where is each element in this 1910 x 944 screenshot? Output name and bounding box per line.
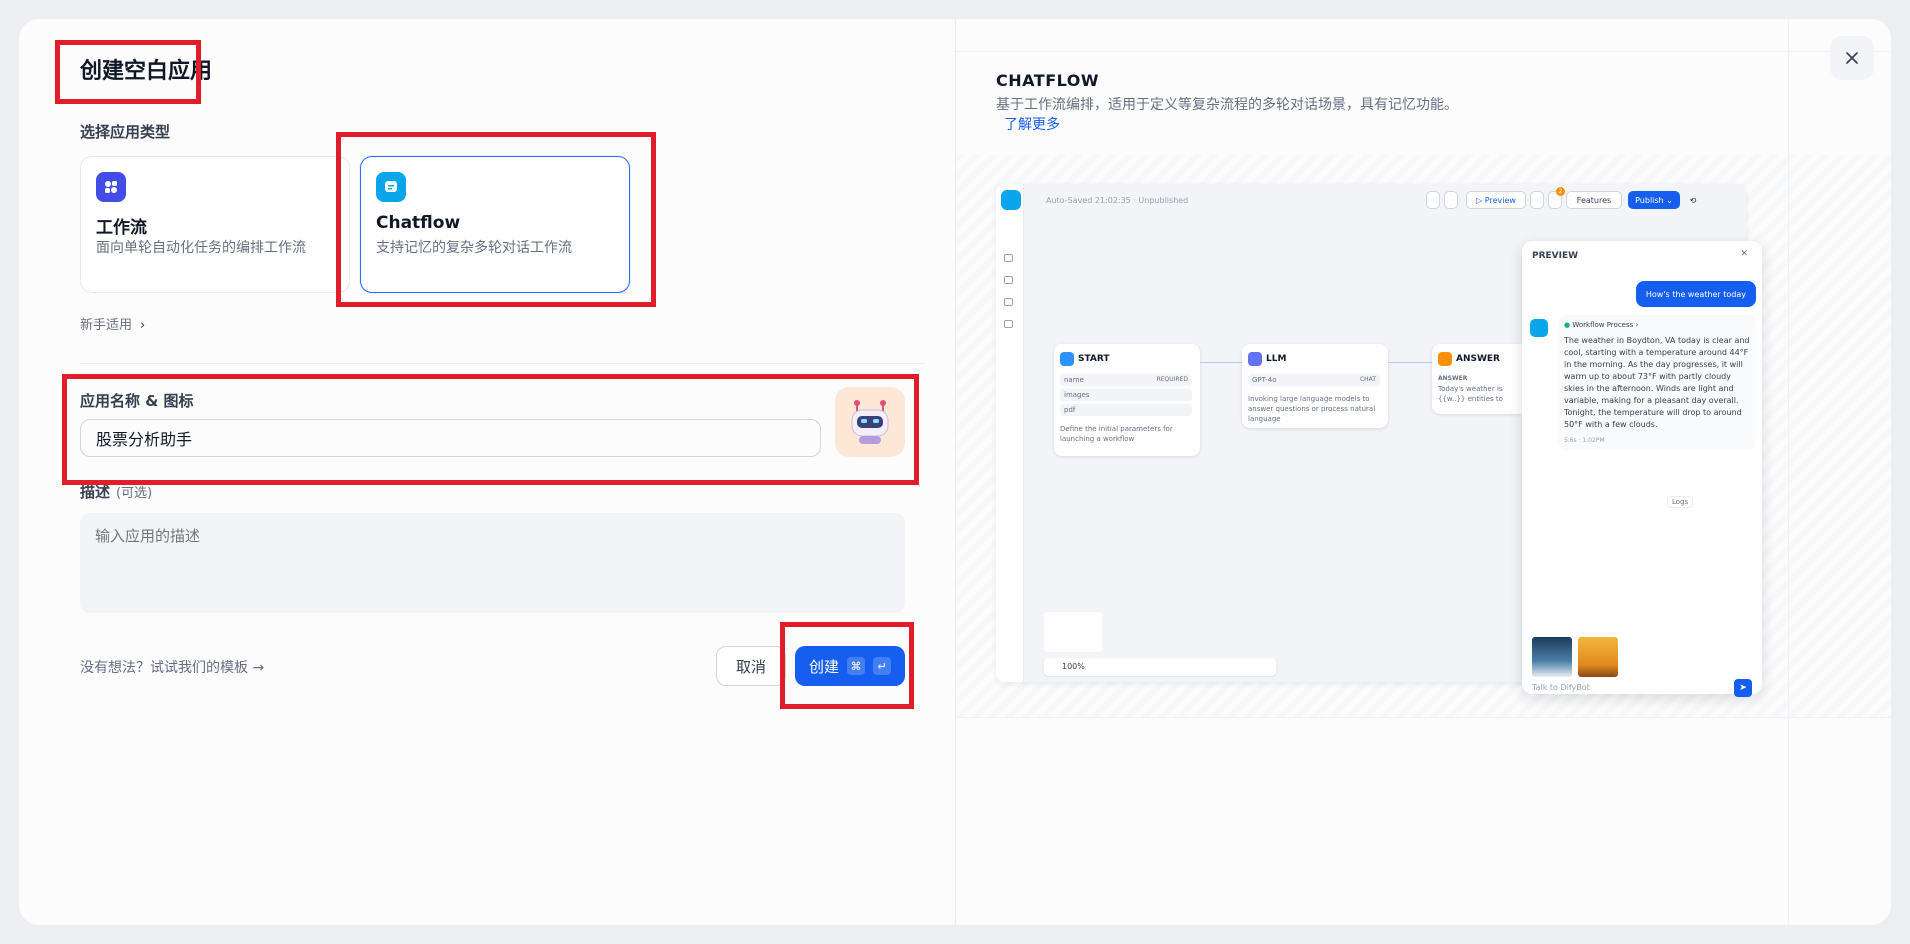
enter-key-icon: ↵	[873, 657, 891, 675]
llm-node: LLM GPT-4o CHAT Invoking large language m…	[1242, 344, 1388, 428]
image-thumbnail	[1578, 637, 1618, 677]
features-button: Features	[1566, 191, 1622, 209]
template-link[interactable]: 没有想法？试试我们的模板 →	[80, 657, 264, 677]
card-title: Chatflow	[376, 213, 461, 233]
bot-reply: ● Workflow Process › The weather in Boyd…	[1558, 315, 1756, 450]
home-icon	[1060, 352, 1074, 366]
learn-more-link[interactable]: 了解更多	[1004, 117, 1060, 133]
zoom-level: 100%	[1062, 662, 1085, 671]
page-title: 创建空白应用	[80, 59, 213, 84]
check-icon	[1530, 191, 1544, 209]
create-button-label: 创建	[808, 657, 839, 676]
chatflow-icon	[376, 172, 406, 202]
autosave-status: Auto-Saved 21:02:35 · Unpublished	[1046, 196, 1189, 205]
start-node-desc: Define the initial parameters for launch…	[1060, 425, 1173, 443]
preview-panel-title: PREVIEW	[1532, 251, 1579, 261]
create-form-panel: 创建空白应用 选择应用类型 工作流 面向单轮自动化任务的编排工作流 Chatfl…	[19, 19, 955, 925]
answer-sub: ANSWER	[1438, 375, 1468, 382]
var-row: name REQUIRED	[1060, 374, 1192, 386]
canvas-tool-icons	[1004, 254, 1014, 342]
bot-avatar-icon	[1530, 319, 1548, 337]
model-row: GPT-4o CHAT	[1248, 374, 1380, 386]
notification-badge: 2	[1556, 187, 1565, 196]
description-input[interactable]	[80, 513, 905, 613]
chevron-right-icon: ›	[140, 318, 146, 333]
grid-line	[956, 717, 1891, 718]
create-button[interactable]: 创建 ⌘ ↵	[795, 646, 905, 686]
model-name: GPT-4o	[1252, 376, 1277, 384]
llm-node-title: LLM	[1266, 354, 1287, 364]
preview-description: 基于工作流编排，适用于定义等复杂流程的多轮对话场景，具有记忆功能。了解更多	[996, 95, 1476, 135]
required-tag: REQUIRED	[1156, 376, 1188, 383]
template-link-label: 没有想法？试试我们的模板	[80, 660, 248, 676]
var-row: images	[1060, 389, 1192, 401]
panel-close-icon: ✕	[1740, 249, 1748, 259]
app-type-label: 选择应用类型	[80, 123, 171, 141]
workflow-process-row: ● Workflow Process ›	[1564, 321, 1639, 329]
minimap	[1044, 612, 1102, 652]
var-row: pdf	[1060, 404, 1192, 416]
reply-text: The weather in Boydton, VA today is clea…	[1564, 336, 1750, 429]
preview-chat-panel: PREVIEW ✕ How's the weather today ● Work…	[1522, 241, 1762, 697]
robot-icon	[851, 400, 889, 444]
card-title: 工作流	[96, 218, 147, 238]
card-desc: 面向单轮自动化任务的编排工作流	[96, 240, 306, 256]
answer-node: ANSWER ANSWER Today's weather is {{w..}}…	[1432, 344, 1528, 414]
close-button[interactable]	[1830, 36, 1874, 80]
image-thumbnail	[1532, 637, 1572, 677]
card-desc: 支持记忆的复杂多轮对话工作流	[376, 240, 572, 256]
start-node-title: START	[1078, 354, 1110, 364]
history-icon	[1426, 191, 1440, 209]
chat-input: Talk to DifyBot	[1532, 683, 1590, 692]
send-icon: ➤	[1734, 679, 1752, 697]
description-label: 描述 (可选)	[80, 481, 152, 502]
bot-avatar-icon	[1001, 190, 1021, 210]
var-name: name	[1064, 376, 1084, 384]
preview-description-text: 基于工作流编排，适用于定义等复杂流程的多轮对话场景，具有记忆功能。	[996, 97, 1458, 113]
app-type-card-workflow[interactable]: 工作流 面向单轮自动化任务的编排工作流	[80, 156, 350, 293]
arrow-right-icon: →	[252, 660, 265, 676]
reply-meta: 5.6s · 1:02PM	[1564, 437, 1605, 444]
divider	[80, 363, 925, 364]
create-app-modal: 创建空白应用 选择应用类型 工作流 面向单轮自动化任务的编排工作流 Chatfl…	[19, 19, 1891, 925]
app-type-card-chatflow[interactable]: Chatflow 支持记忆的复杂多轮对话工作流	[360, 156, 630, 293]
cancel-button[interactable]: 取消	[716, 646, 786, 686]
optional-hint: (可选)	[116, 486, 153, 501]
answer-desc: Today's weather is {{w..}} entities to e…	[1438, 385, 1503, 406]
canvas-toolbar: 100%	[1044, 658, 1276, 676]
app-type-preview-panel: CHATFLOW 基于工作流编排，适用于定义等复杂流程的多轮对话场景，具有记忆功…	[955, 19, 1891, 925]
command-key-icon: ⌘	[847, 657, 865, 675]
preview-title: CHATFLOW	[996, 71, 1099, 90]
edge	[1388, 362, 1432, 363]
check-circle-icon: ●	[1564, 321, 1571, 329]
close-icon	[1846, 52, 1858, 64]
answer-node-title: ANSWER	[1456, 354, 1500, 364]
grid-line	[956, 51, 1891, 52]
mode-tag: CHAT	[1359, 376, 1376, 383]
layout-icon	[1444, 191, 1458, 209]
user-message: How's the weather today	[1635, 281, 1756, 307]
publish-button: Publish ⌄	[1628, 191, 1680, 209]
beginner-link[interactable]: 新手适用 ›	[80, 314, 145, 333]
llm-icon	[1248, 352, 1262, 366]
beginner-link-label: 新手适用	[80, 318, 133, 333]
logs-button: Logs	[1667, 496, 1694, 508]
start-node: START name REQUIRED images pdf Define the…	[1054, 344, 1200, 456]
grid-line	[1788, 19, 1789, 925]
edge	[1200, 362, 1242, 363]
description-label-text: 描述	[80, 483, 111, 501]
name-icon-label: 应用名称 & 图标	[80, 392, 194, 410]
app-icon-picker[interactable]	[835, 387, 905, 457]
app-name-input[interactable]	[80, 419, 821, 457]
llm-node-desc: Invoking large language models to answer…	[1248, 395, 1376, 423]
answer-icon	[1438, 352, 1452, 366]
workflow-icon	[96, 172, 126, 202]
workflow-process-label: Workflow Process	[1572, 321, 1634, 329]
preview-button: ▷ Preview	[1466, 191, 1526, 209]
clock-icon: ⟲	[1689, 195, 1697, 205]
chatflow-preview-image: Auto-Saved 21:02:35 · Unpublished ▷ Prev…	[996, 184, 1762, 704]
